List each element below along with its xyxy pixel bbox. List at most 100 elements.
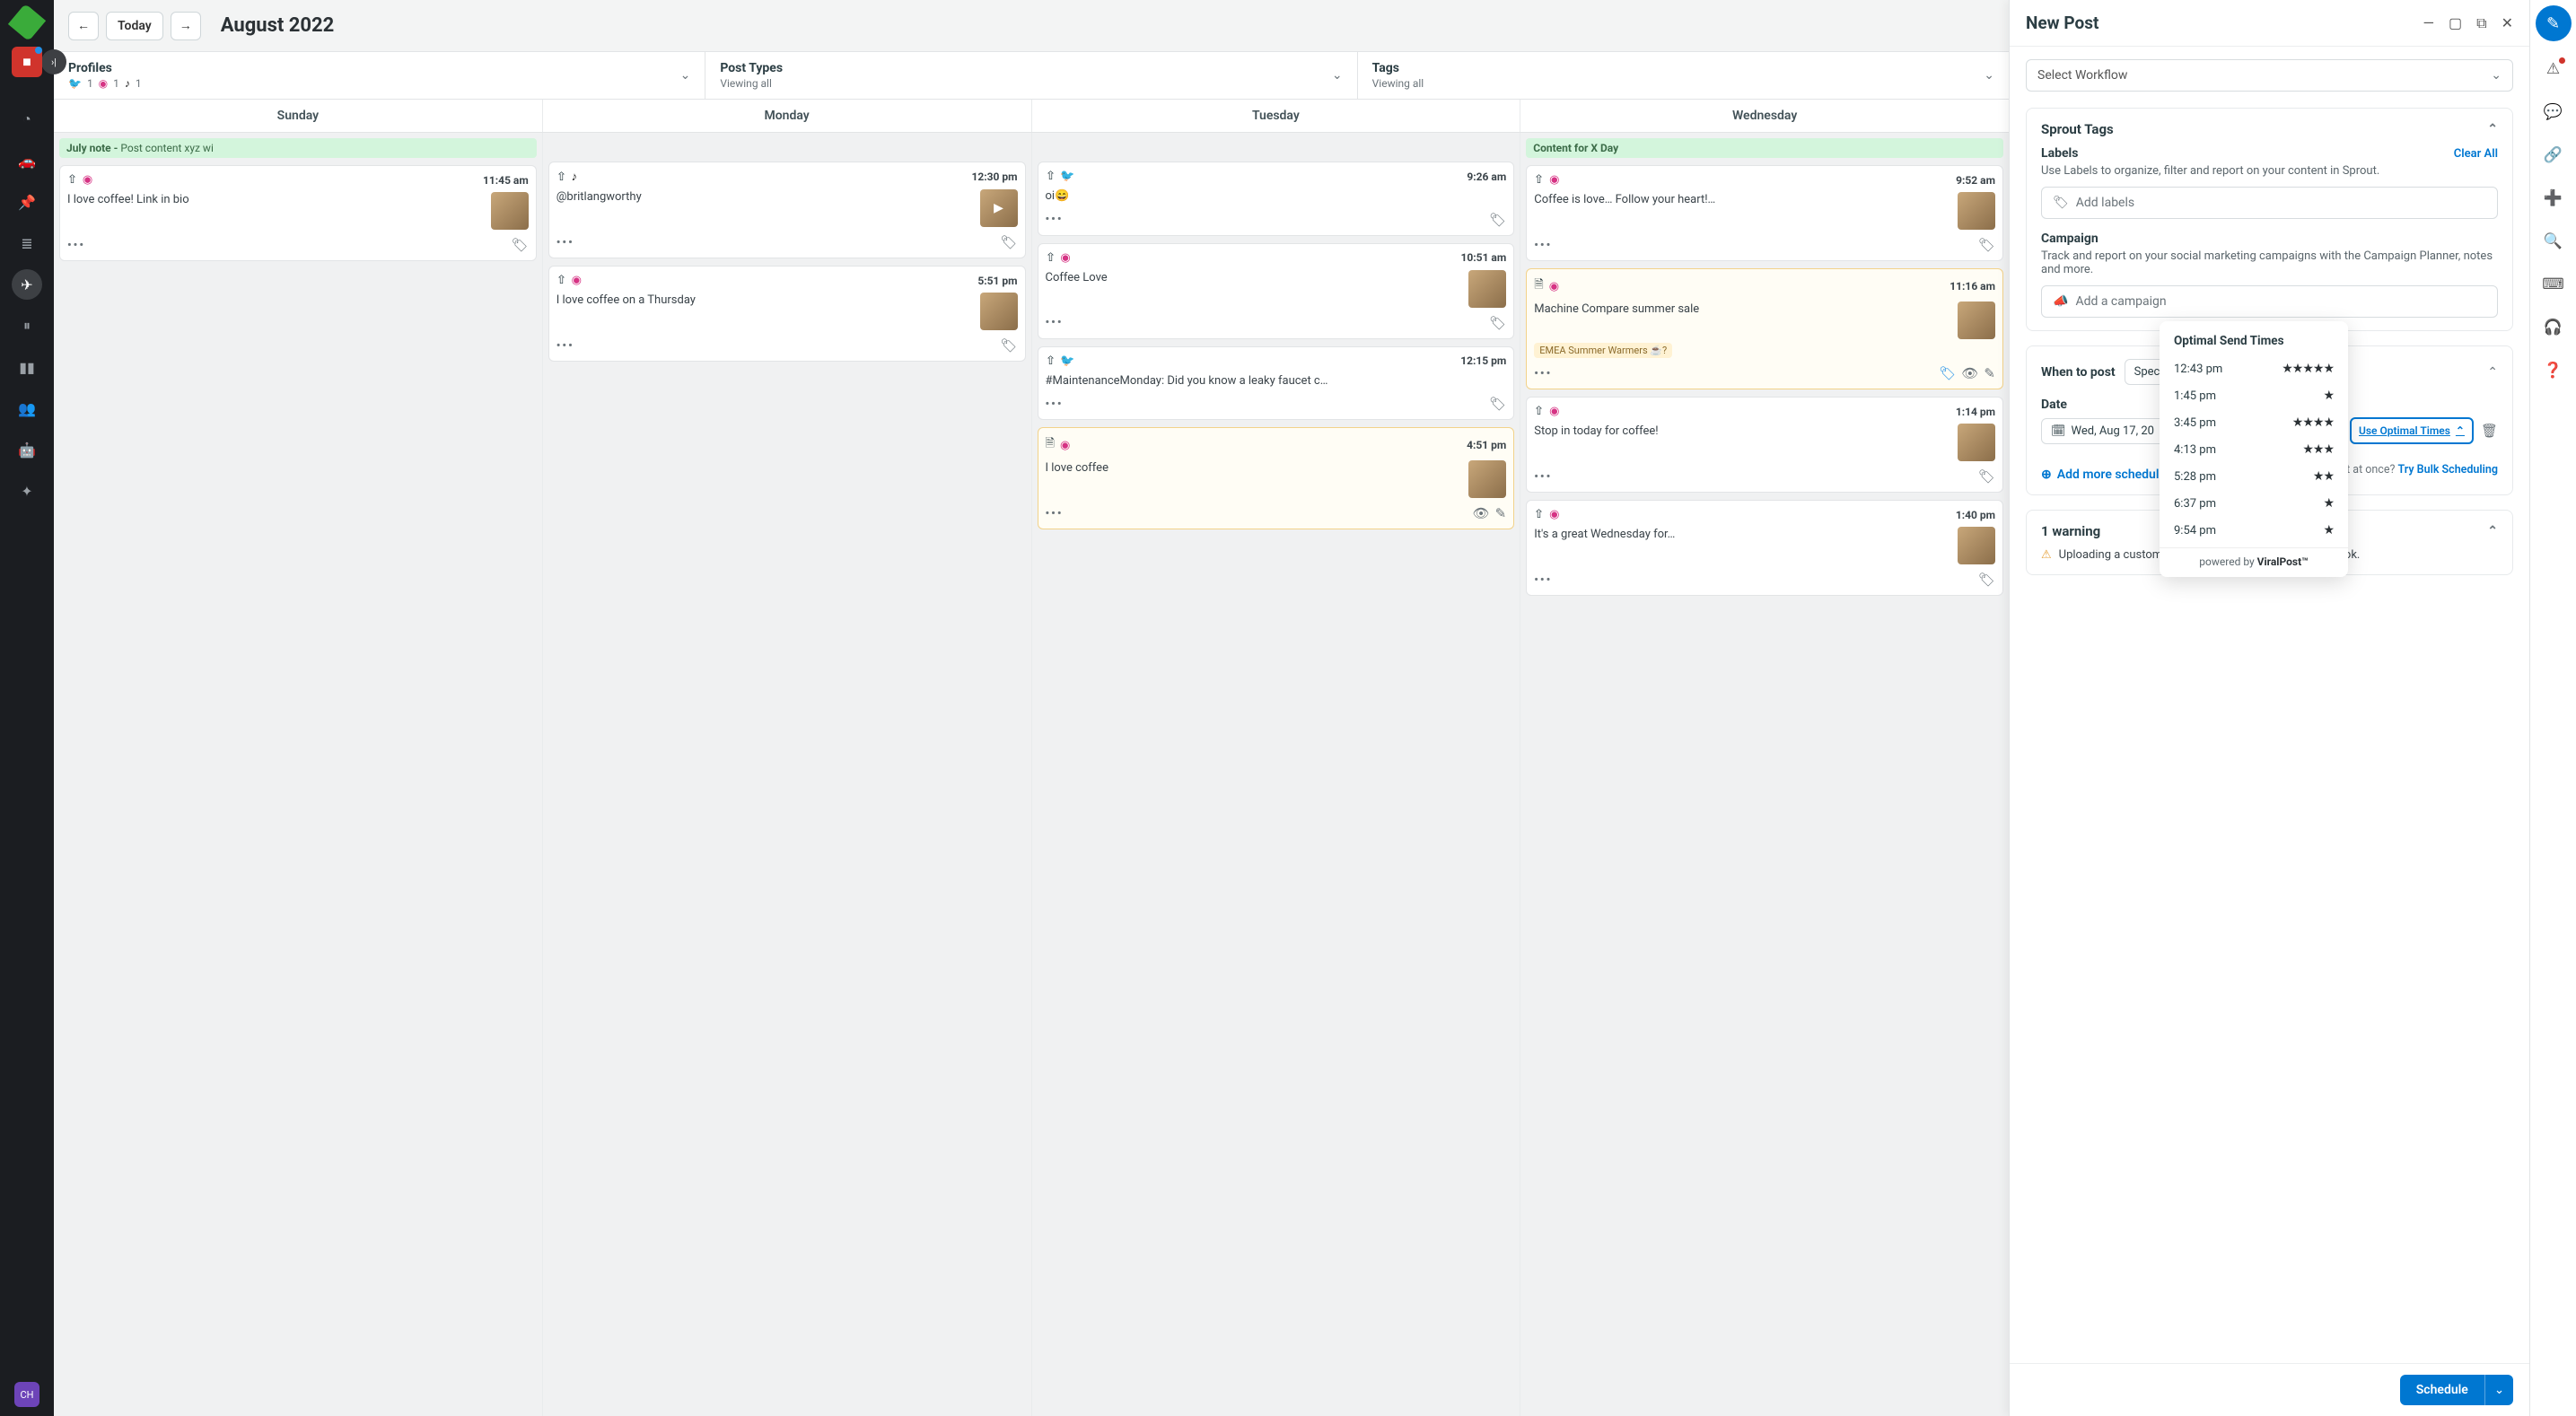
scheduled-icon [1534, 508, 1544, 521]
note-july[interactable]: July note - Post content xyz wi [59, 138, 537, 158]
more-icon[interactable]: ••• [67, 239, 85, 252]
optimal-time-row[interactable]: 5:28 pm★★ [2160, 463, 2348, 490]
instagram-icon: ◉ [1060, 251, 1070, 265]
tag-icon[interactable]: 🏷 [1489, 315, 1506, 331]
nav-list[interactable]: ≣ [12, 228, 42, 258]
more-icon[interactable]: ••• [1534, 470, 1552, 484]
more-icon[interactable]: ••• [1534, 239, 1552, 252]
nav-alerts[interactable]: ■ [12, 47, 42, 77]
today-button[interactable]: Today [106, 12, 163, 40]
popout-icon[interactable]: ⧉ [2476, 14, 2486, 32]
workflow-select[interactable]: Select Workflow ⌄ [2026, 59, 2513, 92]
post-card[interactable]: 🐦9:26 am oi😄 •••🏷 [1038, 162, 1515, 236]
messages-icon[interactable]: 💬 [2538, 97, 2569, 127]
post-card[interactable]: ◉4:51 pm I love coffee •••👁 ✎ [1038, 427, 1515, 529]
post-card[interactable]: ♪12:30 pm @britlangworthy •••🏷 [548, 162, 1026, 258]
post-card[interactable]: ◉11:45 am I love coffee! Link in bio •••… [59, 165, 537, 261]
filter-post-types[interactable]: Post Types Viewing all ⌄ [705, 52, 1357, 99]
more-icon[interactable]: ••• [556, 339, 574, 353]
add-schedule-link[interactable]: ⊕ Add more schedul [2041, 468, 2160, 482]
tag-icon[interactable]: 🏷 [1978, 468, 1995, 485]
bulk-scheduling-link[interactable]: Try Bulk Scheduling [2398, 463, 2499, 476]
help-icon[interactable]: ❓ [2538, 355, 2569, 386]
nav-publishing[interactable]: ✈ [12, 269, 42, 300]
col-sunday: July note - Post content xyz wi ◉11:45 a… [54, 133, 543, 1416]
campaign-input[interactable]: 📣 Add a campaign [2041, 285, 2498, 318]
scheduled-icon [1046, 170, 1056, 183]
chevron-up-icon[interactable]: ⌃ [2487, 365, 2498, 380]
filter-tags[interactable]: Tags Viewing all ⌄ [1358, 52, 2009, 99]
more-icon[interactable]: ••• [1046, 507, 1064, 520]
optimal-time-row[interactable]: 9:54 pm★ [2160, 517, 2348, 544]
post-thumb [1958, 302, 1995, 339]
more-icon[interactable]: ••• [1046, 213, 1064, 226]
schedule-button[interactable]: Schedule [2400, 1375, 2484, 1405]
keyboard-icon[interactable]: ⌨ [2538, 269, 2569, 300]
compose-button[interactable]: ✎ [2536, 5, 2572, 41]
delete-schedule-icon[interactable]: 🗑 [2481, 423, 2498, 439]
campaign-label: Campaign [2041, 232, 2498, 246]
alerts-icon[interactable]: ⚠ [2538, 54, 2569, 84]
tag-icon[interactable]: 🏷 [1978, 237, 1995, 253]
optimal-time-row[interactable]: 1:45 pm★ [2160, 382, 2348, 409]
more-icon[interactable]: ••• [556, 236, 574, 249]
chevron-up-icon[interactable]: ⌃ [2487, 122, 2498, 136]
tag-icon[interactable]: 🏷 [1000, 337, 1017, 354]
post-card[interactable]: ◉10:51 am Coffee Love •••🏷 [1038, 243, 1515, 339]
next-button[interactable]: → [171, 12, 201, 40]
nav-reports[interactable]: ▮▮ [12, 352, 42, 382]
filter-profiles[interactable]: Profiles 🐦1 ◉1 ♪1 ⌄ [54, 52, 705, 99]
nav-dashboard[interactable]: ◔ [12, 104, 42, 135]
tag-icon[interactable]: 🏷 [512, 237, 529, 253]
preview-icon[interactable]: 👁 [1961, 365, 1978, 381]
preview-icon[interactable]: 👁 [1473, 505, 1490, 521]
filter-profiles-label: Profiles [68, 61, 142, 75]
edit-icon[interactable]: ✎ [1984, 365, 1995, 381]
optimal-time-row[interactable]: 12:43 pm★★★★★ [2160, 355, 2348, 382]
more-icon[interactable]: ••• [1046, 398, 1064, 411]
post-card[interactable]: ◉9:52 am Coffee is love… Follow your hea… [1526, 165, 2003, 261]
section-when-to-post: When to post Specif ⌃ Date 🗓 Wed, Aug 17… [2026, 345, 2513, 495]
post-card-selected[interactable]: ◉11:16 am Machine Compare summer sale EM… [1526, 268, 2003, 389]
post-card[interactable]: ◉5:51 pm I love coffee on a Thursday •••… [548, 266, 1026, 362]
tag-icon[interactable]: 🏷 [1489, 396, 1506, 412]
post-thumb [1468, 270, 1506, 308]
more-icon[interactable]: ••• [1534, 573, 1552, 587]
collapse-rail-button[interactable]: ›| [41, 49, 66, 74]
note-xday[interactable]: Content for X Day [1526, 138, 2003, 158]
more-icon[interactable]: ••• [1046, 316, 1064, 329]
user-avatar[interactable]: CH [14, 1382, 39, 1407]
link-icon[interactable]: 🔗 [2538, 140, 2569, 170]
edit-icon[interactable]: ✎ [1495, 505, 1507, 521]
tag-icon[interactable]: 🏷 [1978, 572, 1995, 588]
nav-listening[interactable]: ⏸ [12, 310, 42, 341]
optimal-time-row[interactable]: 6:37 pm★ [2160, 490, 2348, 517]
prev-button[interactable]: ← [68, 12, 99, 40]
chevron-up-icon[interactable]: ⌃ [2487, 524, 2498, 538]
close-icon[interactable]: ✕ [2502, 14, 2513, 32]
minimize-icon[interactable]: — [2423, 14, 2435, 32]
tag-icon[interactable]: 🏷 [1939, 365, 1956, 381]
optimal-time-row[interactable]: 3:45 pm★★★★ [2160, 409, 2348, 436]
optimal-time-row[interactable]: 4:13 pm★★★ [2160, 436, 2348, 463]
nav-people[interactable]: 👥 [12, 393, 42, 424]
tag-icon[interactable]: 🏷 [1000, 234, 1017, 250]
post-card[interactable]: ◉1:14 pm Stop in today for coffee! •••🏷 [1526, 397, 2003, 493]
nav-bot[interactable]: 🤖 [12, 434, 42, 465]
post-card[interactable]: 🐦12:15 pm #MaintenanceMonday: Did you kn… [1038, 346, 1515, 421]
support-icon[interactable]: 🎧 [2538, 312, 2569, 343]
labels-input[interactable]: 🏷 Add labels [2041, 187, 2498, 219]
clear-all-link[interactable]: Clear All [2454, 147, 2498, 161]
post-card[interactable]: ◉1:40 pm It's a great Wednesday for… •••… [1526, 500, 2003, 596]
post-thumb [1958, 424, 1995, 461]
more-icon[interactable]: ••• [1534, 367, 1552, 380]
schedule-dropdown-button[interactable]: ⌄ [2484, 1375, 2513, 1405]
nav-feeds[interactable]: 🚗 [12, 145, 42, 176]
nav-pinned[interactable]: 📌 [12, 187, 42, 217]
add-icon[interactable]: ➕ [2538, 183, 2569, 214]
use-optimal-times-button[interactable]: Use Optimal Times ⌃ [2350, 417, 2474, 444]
search-icon[interactable]: 🔍 [2538, 226, 2569, 257]
restore-icon[interactable]: ▢ [2449, 14, 2462, 32]
nav-reviews[interactable]: ✦ [12, 476, 42, 506]
tag-icon[interactable]: 🏷 [1489, 212, 1506, 228]
